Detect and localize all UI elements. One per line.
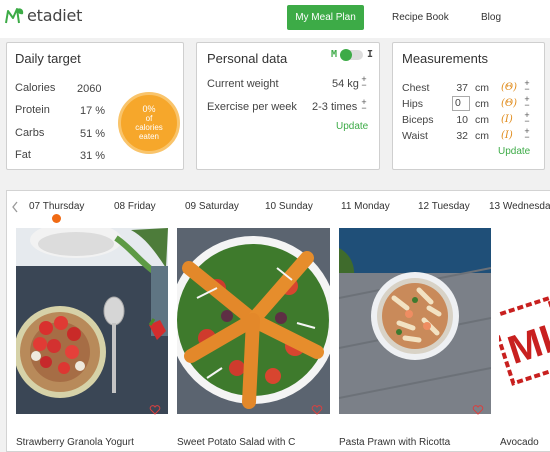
logo-text: etadiet	[27, 5, 83, 25]
hips-stepper[interactable]: + −	[523, 95, 531, 110]
biceps-mode-icon[interactable]: (I)	[501, 114, 513, 125]
favorite-heart-icon[interactable]	[149, 404, 161, 416]
measurements-update-button[interactable]: Update	[498, 146, 530, 157]
day-tab[interactable]: 10 Sunday	[265, 201, 313, 212]
chest-stepper[interactable]: + −	[523, 79, 531, 94]
hips-input[interactable]: 0	[452, 96, 470, 111]
daily-target-card: Daily target Calories 2060 Protein 17 % …	[6, 42, 184, 170]
protein-value: 17 %	[80, 105, 106, 117]
carbs-value: 51 %	[80, 128, 106, 140]
day-tab[interactable]: 09 Saturday	[185, 201, 239, 212]
hips-decrease-icon[interactable]: −	[523, 101, 531, 110]
chest-mode-icon[interactable]: (Θ)	[501, 82, 517, 93]
day-tab-active[interactable]: 07 Thursday	[29, 201, 84, 212]
chest-value[interactable]: 37	[448, 82, 468, 94]
fat-label: Fat	[15, 149, 31, 161]
biceps-stepper[interactable]: + −	[523, 111, 531, 126]
weight-value: 54 kg	[332, 78, 359, 90]
recipe-book-link[interactable]: Recipe Book	[392, 12, 449, 23]
gauge-line-3: eaten	[138, 132, 160, 141]
weight-label: Current weight	[207, 78, 279, 90]
chest-unit: cm	[475, 82, 489, 94]
hips-unit: cm	[475, 98, 489, 110]
carbs-label: Carbs	[15, 127, 45, 139]
recipe-image-avocado[interactable]: MI	[499, 228, 550, 414]
selected-day-dot	[52, 214, 61, 223]
favorite-heart-icon[interactable]	[311, 404, 323, 416]
metric-label: M	[330, 49, 337, 60]
recipe-name[interactable]: Pasta Prawn with Ricotta	[339, 437, 450, 448]
recipe-image-pasta-prawn[interactable]	[339, 228, 491, 414]
biceps-value[interactable]: 10	[448, 114, 468, 126]
recipe-name[interactable]: Avocado	[500, 437, 539, 448]
meal-plan-strip: 07 Thursday 08 Friday 09 Saturday 10 Sun…	[6, 190, 550, 452]
fat-value: 31 %	[80, 150, 106, 162]
page: { "brand": { "name": "Metadiet", "text":…	[0, 0, 550, 452]
hips-label: Hips	[402, 98, 424, 110]
stamp-text: MI	[503, 317, 550, 373]
gauge-percent: 0%	[142, 104, 156, 114]
favorite-heart-icon[interactable]	[472, 404, 484, 416]
exercise-label: Exercise per week	[207, 101, 297, 113]
blog-link[interactable]: Blog	[481, 12, 501, 23]
measurements-card: Measurements Chest 37 cm (Θ) + − Hips 0 c…	[392, 42, 545, 170]
day-tab[interactable]: 12 Tuesday	[418, 201, 470, 212]
measurements-title: Measurements	[402, 51, 488, 66]
personal-data-title: Personal data	[207, 51, 288, 66]
waist-value[interactable]: 32	[448, 130, 468, 142]
exercise-value: 2-3 times	[312, 101, 358, 113]
logo[interactable]: etadiet	[4, 5, 82, 25]
stamp-graphic: MI	[499, 295, 550, 386]
weight-decrease-icon[interactable]: −	[360, 81, 368, 90]
recipe-image-yogurt[interactable]	[16, 228, 168, 414]
chest-decrease-icon[interactable]: −	[523, 85, 531, 94]
day-tab[interactable]: 11 Monday	[341, 201, 390, 212]
daily-target-title: Daily target	[15, 51, 81, 66]
chevron-left-icon[interactable]	[11, 201, 19, 213]
calories-eaten-gauge: 0% of calories eaten	[118, 92, 180, 154]
personal-update-button[interactable]: Update	[336, 121, 368, 132]
waist-unit: cm	[475, 130, 489, 142]
personal-data-card: Personal data M I Current weight 54 kg +…	[196, 42, 380, 170]
imperial-label: I	[366, 49, 373, 60]
day-tab[interactable]: 13 Wednesday	[489, 201, 550, 212]
waist-stepper[interactable]: + −	[523, 127, 531, 142]
unit-toggle[interactable]: M I	[330, 48, 373, 61]
protein-label: Protein	[15, 104, 50, 116]
biceps-label: Biceps	[402, 114, 434, 126]
switch-knob	[339, 48, 352, 61]
waist-decrease-icon[interactable]: −	[523, 133, 531, 142]
day-tab[interactable]: 08 Friday	[114, 201, 156, 212]
calories-label: Calories	[15, 82, 56, 94]
biceps-decrease-icon[interactable]: −	[523, 117, 531, 126]
calories-value: 2060	[77, 83, 102, 95]
weight-stepper[interactable]: + −	[360, 75, 368, 90]
gauge-line-1: of	[145, 114, 153, 123]
exercise-stepper[interactable]: + −	[360, 98, 368, 113]
waist-label: Waist	[402, 130, 428, 142]
recipe-image-sweet-potato-salad[interactable]	[177, 228, 330, 414]
waist-mode-icon[interactable]: (I)	[501, 130, 513, 141]
metadiet-logo-icon	[5, 8, 24, 24]
chest-label: Chest	[402, 82, 430, 94]
recipe-name[interactable]: Sweet Potato Salad with C	[177, 437, 295, 448]
biceps-unit: cm	[475, 114, 489, 126]
exercise-decrease-icon[interactable]: −	[360, 104, 368, 113]
top-bar: etadiet My Meal Plan Recipe Book Blog	[0, 0, 550, 38]
unit-switch[interactable]	[339, 48, 363, 61]
recipe-name[interactable]: Strawberry Granola Yogurt	[16, 437, 134, 448]
gauge-line-2: calories	[135, 123, 163, 132]
hips-mode-icon[interactable]: (Θ)	[501, 98, 517, 109]
my-meal-plan-button[interactable]: My Meal Plan	[287, 5, 364, 30]
